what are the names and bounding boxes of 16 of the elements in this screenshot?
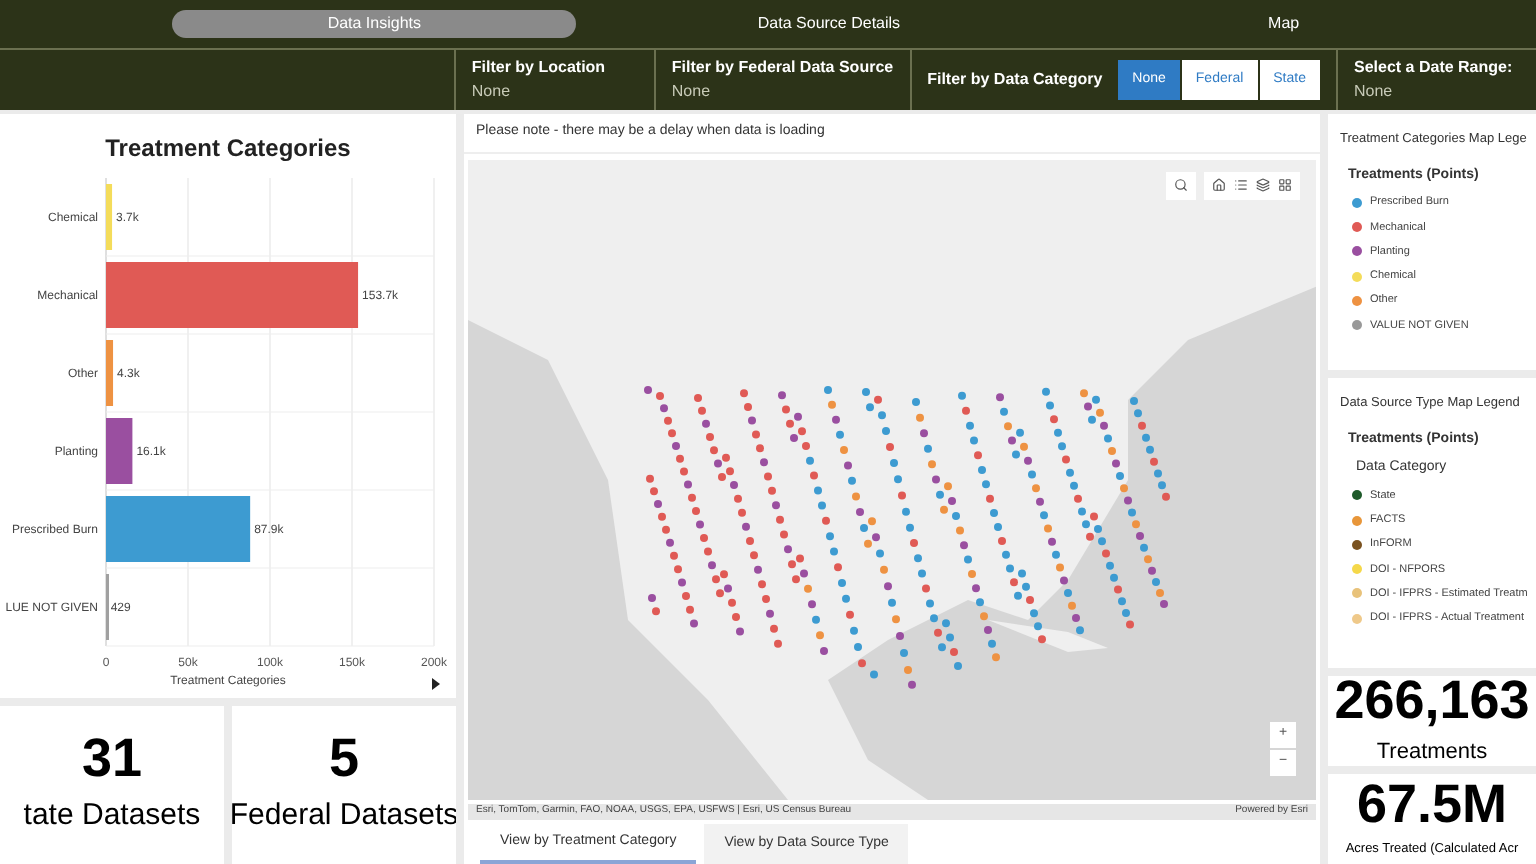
filter-label: Select a Date Range: [1354,56,1515,80]
stat-value: 31 [81,731,143,786]
chart-title: Treatment Categories [105,132,351,166]
filter-label: Filter by Federal Data Source [671,56,894,80]
stat-label: tate Datasets [23,795,201,836]
nav-tab[interactable]: Map [1081,10,1486,38]
filter-value[interactable]: None [471,80,638,104]
stat-value: 266,163 [1334,676,1530,728]
nav-tab[interactable]: Data Source Details [626,10,1032,38]
filter-label: Filter by Location [471,56,608,80]
filter-value[interactable]: None [671,80,894,104]
stat-value: 5 [328,731,360,786]
stat-label: Treatments [1376,737,1488,766]
filter-label: Filter by Data Category [927,68,1103,92]
stat-value: 67.5M [1356,778,1508,833]
filter-value[interactable]: None [1354,80,1520,104]
